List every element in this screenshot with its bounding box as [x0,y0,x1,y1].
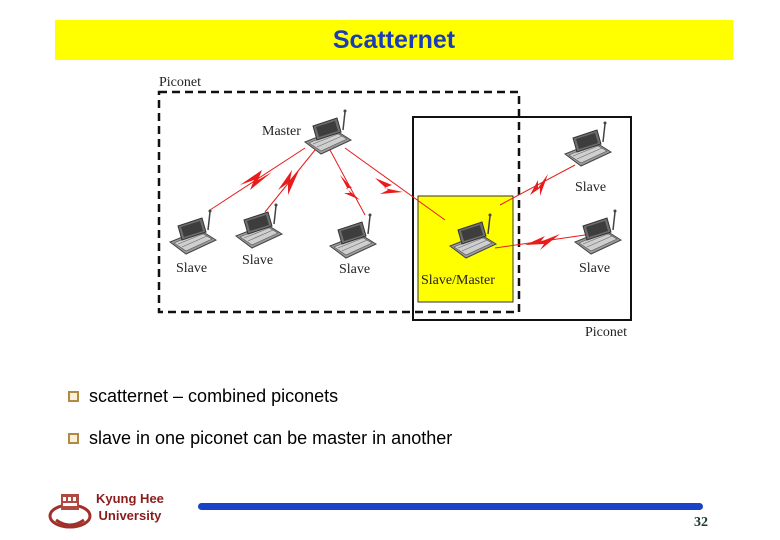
lightning-bolt-icon [278,168,300,195]
device-label-slave: Slave [339,262,370,277]
university-name-line2: University [98,508,162,523]
laptop-icon [329,212,377,259]
university-name: Kyung Hee University [96,490,164,524]
device-label-master: Master [262,124,301,139]
lightning-bolt-icon [525,234,560,250]
scatternet-diagram: Piconet Piconet Master Slave Slave Slave… [157,75,632,340]
university-logo-icon [48,494,92,529]
device-label-slave: Slave [242,253,273,268]
lightning-bolt-icon [375,178,403,194]
piconet-label-right: Piconet [585,325,627,340]
bullet-item: slave in one piconet can be master in an… [68,425,452,451]
piconet-label-left: Piconet [159,75,201,90]
checkbox-bullet-icon [68,432,79,444]
lightning-bolt-icon [530,174,548,196]
bullet-list: scatternet – combined piconets slave in … [68,383,452,467]
device-label-slave-master: Slave/Master [421,273,495,288]
device-label-slave: Slave [579,261,610,276]
laptop-icon [235,202,283,249]
laptop-icon [574,208,622,255]
laptop-icon [564,120,612,167]
device-label-slave: Slave [575,180,606,195]
bullet-item: scatternet – combined piconets [68,383,452,409]
laptop-icon [304,108,352,155]
laptop-icon [169,208,217,255]
university-name-line1: Kyung Hee [96,491,164,506]
bullet-text: slave in one piconet can be master in an… [89,427,453,448]
lightning-bolt-icon [340,175,360,200]
checkbox-bullet-icon [68,390,79,402]
bullet-text: scatternet – combined piconets [89,385,339,406]
page-number: 32 [694,515,708,530]
device-label-slave: Slave [176,261,207,276]
footer-divider [198,503,703,510]
